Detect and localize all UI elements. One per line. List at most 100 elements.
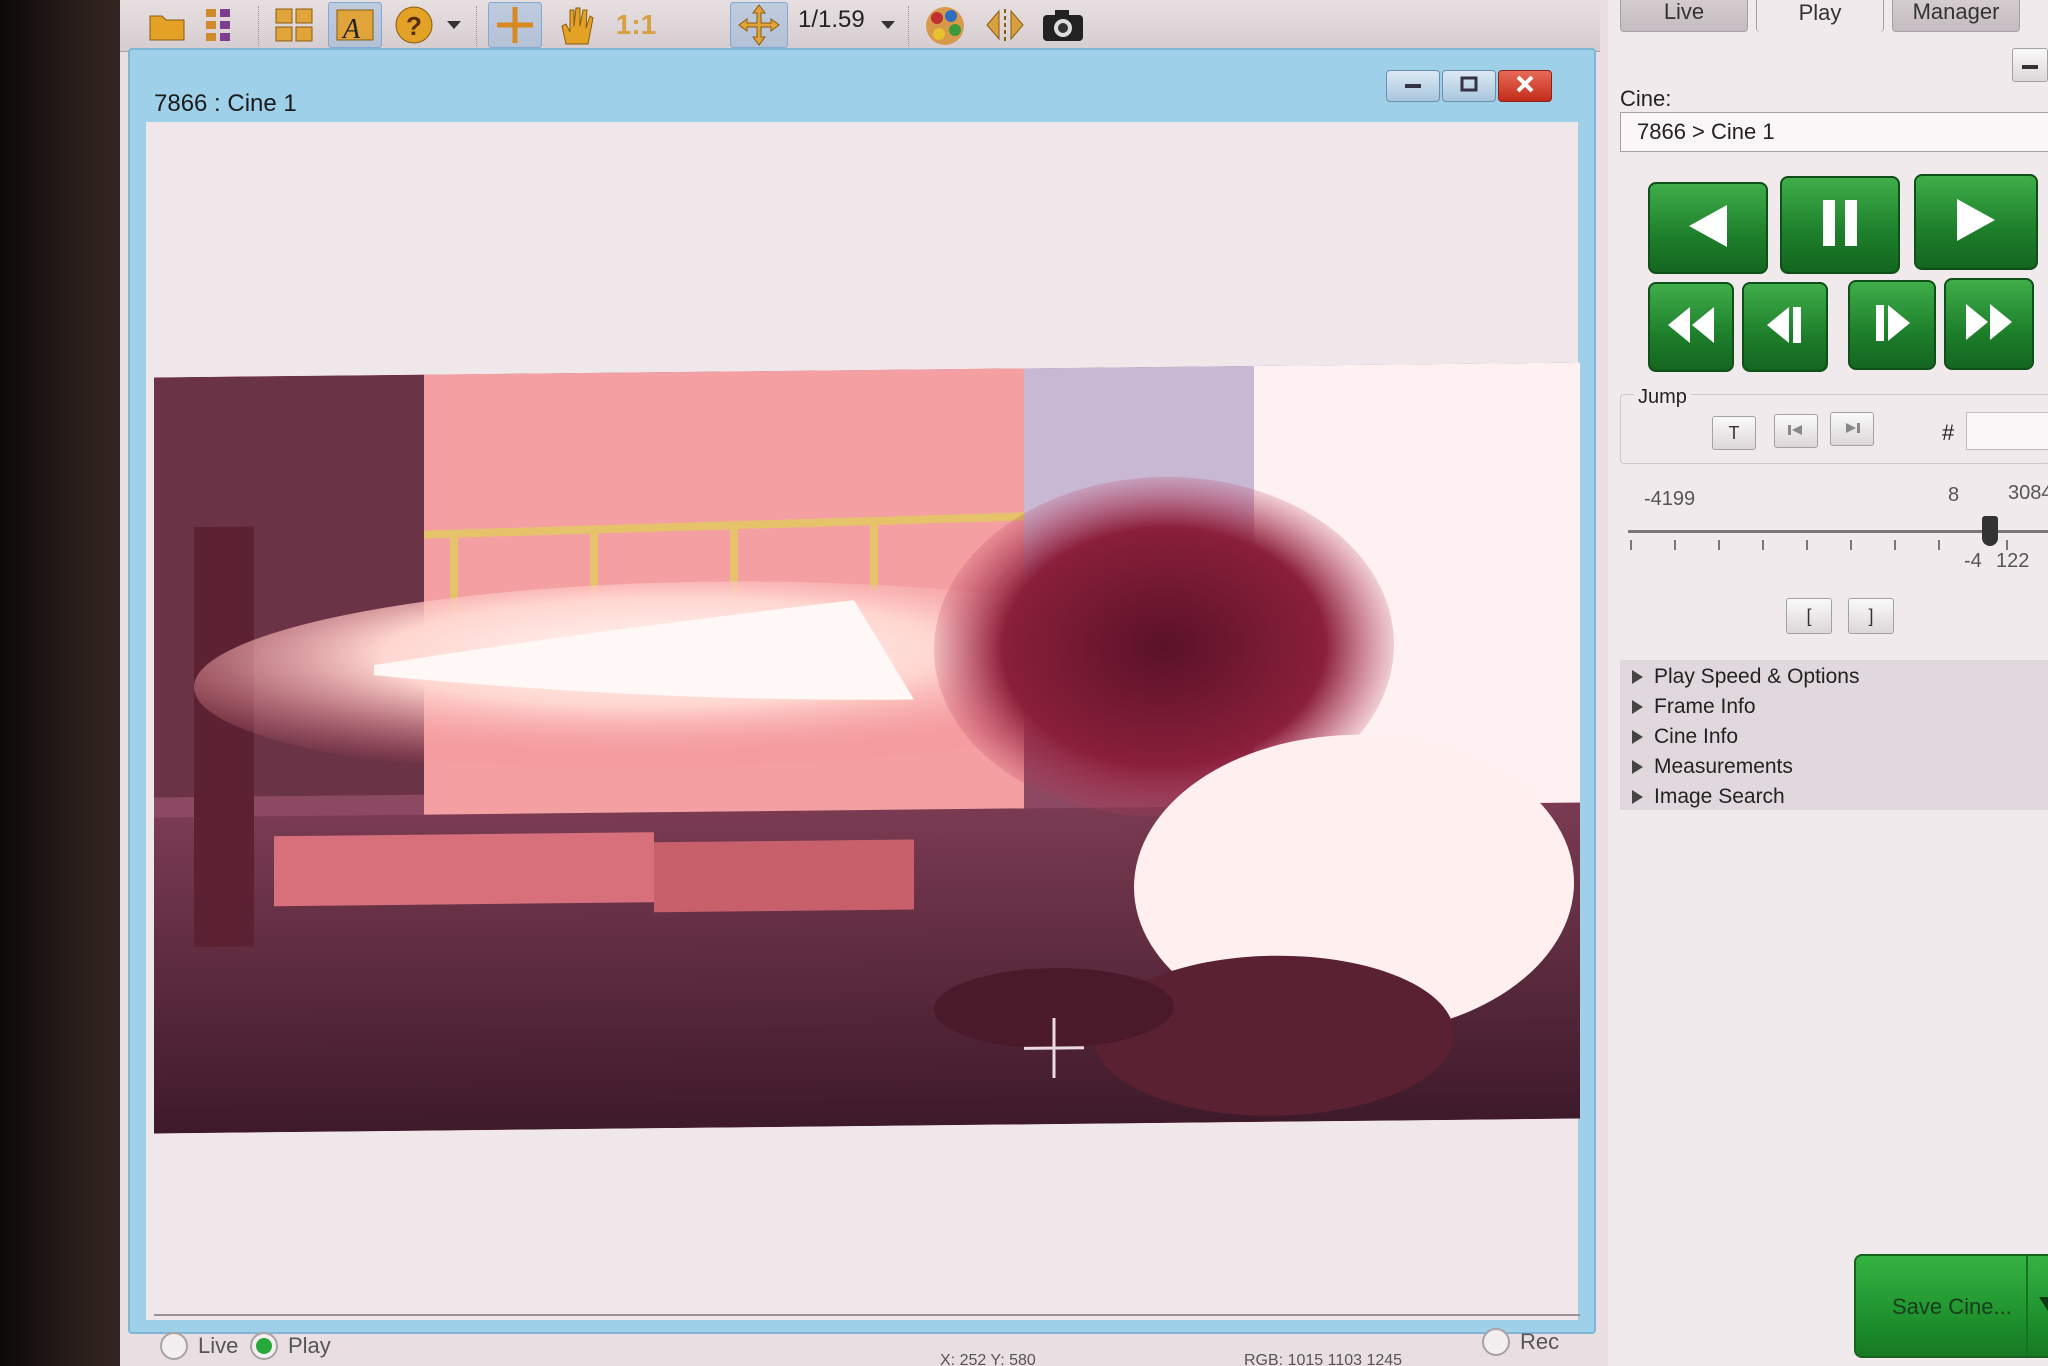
- rec-radio[interactable]: Rec: [1482, 1328, 1559, 1356]
- section-label: Play Speed & Options: [1654, 665, 1860, 688]
- crosshair-icon[interactable]: [488, 2, 542, 48]
- toolbar-separator: [476, 6, 478, 46]
- section-label: Measurements: [1654, 755, 1793, 778]
- section-play-speed[interactable]: Play Speed & Options: [1620, 662, 1859, 692]
- fit-move-icon[interactable]: [730, 2, 788, 48]
- rec-radio-dot[interactable]: [1482, 1328, 1510, 1356]
- mark-in-button[interactable]: [: [1786, 598, 1832, 634]
- jump-label: Jump: [1634, 386, 1691, 409]
- color-palette-icon[interactable]: [920, 2, 970, 48]
- cine-label: Cine:: [1620, 86, 1672, 111]
- dropdown-icon[interactable]: [442, 2, 466, 48]
- window-client-area: Live Play Rec: [146, 122, 1580, 1360]
- slider-tick: [1894, 540, 1896, 550]
- cine-window[interactable]: 7866 : Cine 1 Live Play Rec: [128, 48, 1596, 1360]
- frame-number-input[interactable]: [1966, 412, 2048, 450]
- slider-tick: [1806, 540, 1808, 550]
- zoom-1-1-icon[interactable]: 1:1: [608, 2, 664, 48]
- section-label: Frame Info: [1654, 695, 1756, 718]
- cursor-coords: X: 252 Y: 580: [940, 1352, 1036, 1366]
- cine-select[interactable]: 7866 > Cine 1: [1620, 112, 2048, 152]
- tab-live[interactable]: Live: [1620, 0, 1748, 32]
- section-label: Cine Info: [1654, 725, 1739, 748]
- grid-icon[interactable]: [270, 2, 318, 48]
- window-title: 7866 : Cine 1: [154, 90, 297, 117]
- slider-tick: [1850, 540, 1852, 550]
- slider-tick: [1938, 540, 1940, 550]
- jump-trigger-button[interactable]: T: [1712, 416, 1756, 450]
- section-frame-info[interactable]: Frame Info: [1620, 692, 1756, 722]
- zoom-dropdown-icon[interactable]: [876, 2, 900, 48]
- rec-radio-label: Rec: [1520, 1329, 1560, 1354]
- panel-menu-button[interactable]: [2012, 48, 2048, 82]
- slider-tick: [1718, 540, 1720, 550]
- play-radio[interactable]: Play: [250, 1332, 331, 1360]
- annotate-icon[interactable]: A: [328, 2, 382, 48]
- slider-current: 8: [1948, 484, 1960, 506]
- video-frame[interactable]: [154, 362, 1580, 1134]
- svg-text:A: A: [341, 14, 361, 44]
- step-forward-button[interactable]: [1848, 280, 1936, 370]
- slider-tick: [2006, 540, 2008, 550]
- help-icon[interactable]: ?: [390, 2, 438, 48]
- slider-sub-right: 122: [1996, 550, 2030, 572]
- live-radio[interactable]: Live: [160, 1332, 238, 1360]
- step-back-icon: [1763, 303, 1807, 352]
- save-cine-label: Save Cine...: [1892, 1294, 2012, 1319]
- frame-number-label: #: [1942, 420, 1955, 445]
- slider-sub-left: -4: [1964, 550, 1982, 572]
- screen: A ? 1:1 1/1.59 7866: Cine 1 Live Play R…: [120, 0, 2048, 1366]
- pause-button[interactable]: [1780, 176, 1900, 274]
- slider-thumb[interactable]: [1982, 516, 1998, 546]
- play-reverse-button[interactable]: [1648, 182, 1768, 274]
- section-measurements[interactable]: Measurements: [1620, 752, 1793, 782]
- section-cine-info[interactable]: Cine Info: [1620, 722, 1738, 752]
- main-toolbar: A ? 1:1 1/1.59: [120, 0, 1600, 52]
- slider-min: -4199: [1644, 488, 1696, 510]
- minimize-button[interactable]: [1386, 70, 1440, 102]
- flip-icon[interactable]: [980, 2, 1030, 48]
- tab-play[interactable]: Play: [1756, 0, 1884, 32]
- tab-manager[interactable]: Manager: [1892, 0, 2020, 32]
- step-back-button[interactable]: [1742, 282, 1828, 372]
- live-radio-dot[interactable]: [160, 1332, 188, 1360]
- pixel-rgb: RGB: 1015 1103 1245: [1244, 1352, 1403, 1366]
- expand-arrow-icon: [1620, 699, 1654, 715]
- camera-icon[interactable]: [1038, 2, 1088, 48]
- toolbar-separator: [908, 6, 910, 46]
- minimize-icon: [1403, 77, 1423, 95]
- video-frame-image: [154, 362, 1580, 1134]
- chevron-down-icon[interactable]: [2038, 1292, 2048, 1318]
- expand-arrow-icon: [1620, 789, 1654, 805]
- slider-tick: [1674, 540, 1676, 550]
- play-radio-dot[interactable]: [250, 1332, 278, 1360]
- layout-grid-icon[interactable]: [200, 2, 248, 48]
- toolbar-separator: [258, 6, 260, 46]
- play-forward-icon: [1951, 195, 2001, 250]
- fast-reverse-button[interactable]: [1648, 282, 1734, 372]
- jump-first-button[interactable]: [1774, 414, 1818, 448]
- close-button[interactable]: [1498, 70, 1552, 102]
- play-radio-label: Play: [288, 1333, 331, 1358]
- play-forward-button[interactable]: [1914, 174, 2038, 270]
- expand-arrow-icon: [1620, 669, 1654, 685]
- expand-arrow-icon: [1620, 759, 1654, 775]
- control-panel: Live Play Manager Cine: 7866 > Cine 1 Ju…: [1608, 0, 2048, 1366]
- hand-pan-icon[interactable]: [552, 2, 600, 48]
- section-image-search[interactable]: Image Search: [1620, 782, 1785, 812]
- slider-tick: [1762, 540, 1764, 550]
- fast-forward-icon: [1964, 300, 2014, 349]
- maximize-button[interactable]: [1442, 70, 1496, 102]
- zoom-level[interactable]: 1/1.59: [798, 6, 865, 34]
- fast-forward-button[interactable]: [1944, 278, 2034, 370]
- close-icon: [1515, 75, 1535, 98]
- jump-last-button[interactable]: [1830, 412, 1874, 446]
- slider-tick: [1630, 540, 1632, 550]
- slider-max: 3084: [2008, 482, 2048, 504]
- save-cine-button[interactable]: Save Cine...: [1854, 1254, 2048, 1358]
- live-radio-label: Live: [198, 1333, 239, 1358]
- mark-out-button[interactable]: ]: [1848, 598, 1894, 634]
- save-split-divider: [2026, 1256, 2028, 1356]
- rewind-icon: [1666, 303, 1716, 352]
- folder-open-icon[interactable]: [144, 2, 192, 48]
